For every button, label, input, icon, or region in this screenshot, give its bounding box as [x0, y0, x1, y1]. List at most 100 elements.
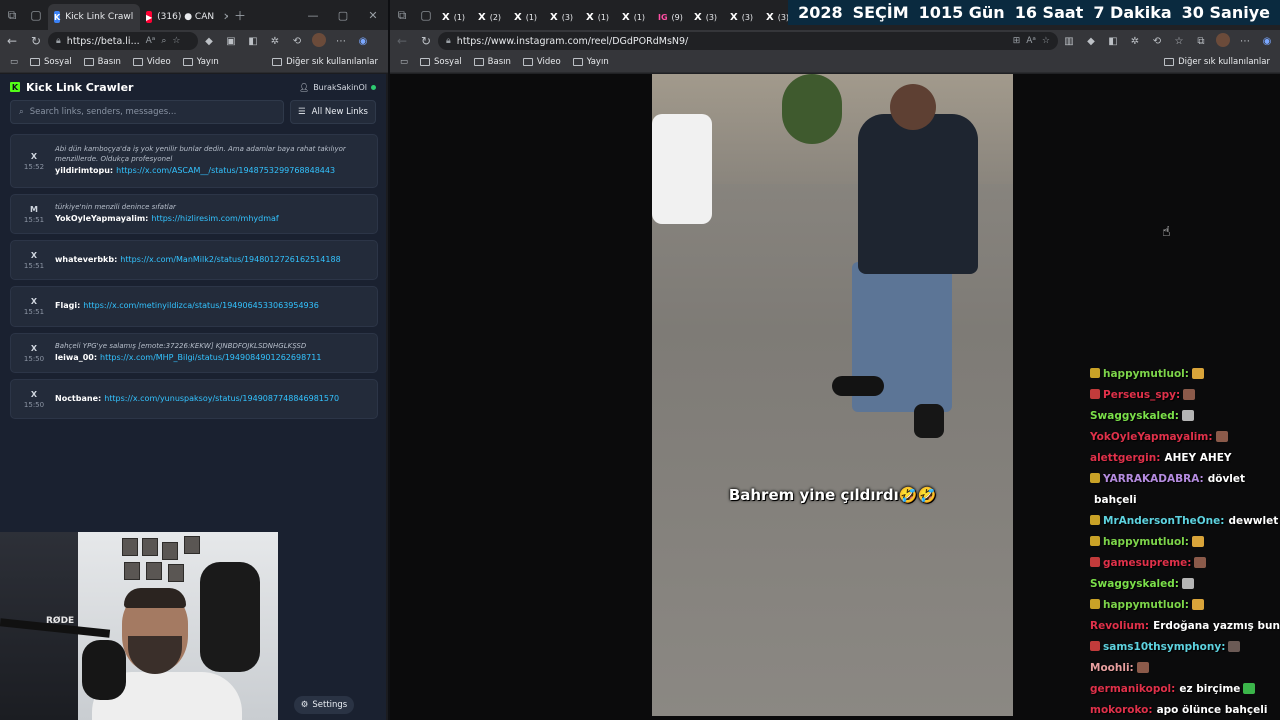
collections-icon[interactable]: ⧉	[1190, 36, 1212, 47]
copilot-icon[interactable]: ◉	[1256, 36, 1278, 47]
refresh-icon[interactable]: ↻	[414, 34, 438, 48]
screen: ⧉ ▢ K Kick Link Crawl ✕ ▶ (316) ● CAN ✕ …	[0, 0, 1280, 720]
search-input[interactable]: ⌕ Search links, senders, messages...	[10, 100, 284, 124]
extension-icon[interactable]: ◧	[242, 36, 264, 47]
favorites-icon[interactable]: ☆	[1168, 36, 1190, 47]
shared-link[interactable]: https://hizliresim.com/mhydmaf	[151, 214, 278, 223]
shared-link[interactable]: https://x.com/ASCAM__/status/19487532997…	[116, 166, 335, 175]
tab-x[interactable]: X (1)	[582, 4, 618, 30]
shared-link[interactable]: https://x.com/metinyildizca/status/19490…	[83, 301, 319, 310]
bookmark-folder[interactable]: Video	[132, 57, 171, 67]
maximize-icon[interactable]: ▢	[328, 9, 358, 22]
tab-x[interactable]: X (1)	[510, 4, 546, 30]
link-card[interactable]: X 15:50 Bahçeli YPG'ye salamış [emote:37…	[10, 333, 378, 373]
favorite-star-icon[interactable]: ☆	[172, 36, 180, 46]
split-screen-icon[interactable]: ⟲	[286, 36, 308, 47]
filter-dropdown[interactable]: ☰ All New Links	[290, 100, 376, 124]
right-address-bar: ← ↻ 🔒︎ https://www.instagram.com/reel/DG…	[390, 30, 1280, 52]
minimize-icon[interactable]: —	[298, 9, 328, 22]
favorite-star-icon[interactable]: ☆	[1042, 36, 1050, 46]
more-menu-icon[interactable]: ⋯	[1234, 36, 1256, 47]
split-screen-icon[interactable]: ⟲	[1146, 36, 1168, 47]
bookmark-folder[interactable]: Basın	[83, 57, 121, 67]
chat-username[interactable]: MrAndersonTheOne:	[1103, 515, 1224, 527]
read-aloud-icon[interactable]: Aᵃ	[1026, 36, 1036, 46]
card-meta: X 15:51	[19, 293, 49, 320]
extension-icon[interactable]: ▥	[1058, 36, 1080, 47]
zoom-icon[interactable]: ⌕	[161, 36, 166, 46]
link-card[interactable]: X 15:51 whateverbkb: https://x.com/ManMil…	[10, 240, 378, 280]
tab-kick-link-crawler[interactable]: K Kick Link Crawl ✕	[48, 4, 140, 30]
bookmark-folder[interactable]: Video	[522, 57, 561, 67]
chat-username[interactable]: YokOyleYapmayalim:	[1090, 431, 1213, 443]
more-menu-icon[interactable]: ⋯	[330, 36, 352, 47]
new-tab-icon[interactable]: ＋	[228, 3, 252, 27]
url-field[interactable]: 🔒︎ https://www.instagram.com/reel/DGdPOR…	[438, 32, 1058, 50]
chat-username[interactable]: happymutluol:	[1103, 599, 1189, 611]
tab-x[interactable]: X (1)	[618, 4, 654, 30]
extension-icon[interactable]: ▣	[220, 36, 242, 47]
tab-x[interactable]: X (2)	[474, 4, 510, 30]
link-card[interactable]: X 15:51 Flagi: https://x.com/metinyildizc…	[10, 286, 378, 327]
bookmark-folder[interactable]: Sosyal	[420, 57, 462, 67]
tab-instagram[interactable]: IG (9)	[654, 4, 690, 30]
tab-actions-icon[interactable]: ▢	[24, 3, 48, 27]
shared-link[interactable]: https://x.com/MHP_Bilgi/status/194908490…	[100, 353, 321, 362]
copilot-icon[interactable]: ◉	[352, 36, 374, 47]
back-icon[interactable]: ←	[0, 34, 24, 48]
chat-username[interactable]: Swaggyskaled:	[1090, 578, 1179, 590]
refresh-icon[interactable]: ↻	[24, 34, 48, 48]
bookmark-folder[interactable]: Yayın	[182, 57, 219, 67]
back-icon[interactable]: ←	[390, 34, 414, 48]
chat-text: ez birçime	[1179, 683, 1241, 695]
chat-username[interactable]: Perseus_spy:	[1103, 389, 1180, 401]
link-card[interactable]: M 15:51 türkiye'nin menzili denince sıfa…	[10, 194, 378, 234]
tab-youtube[interactable]: ▶ (316) ● CAN ✕	[140, 4, 228, 30]
close-window-icon[interactable]: ✕	[358, 9, 388, 22]
app-user[interactable]: 👤︎ BurakSakinOl	[299, 83, 376, 92]
chat-username[interactable]: germanikopol:	[1090, 683, 1175, 695]
extension-icon[interactable]: ◆	[1080, 36, 1102, 47]
chat-username[interactable]: happymutluol:	[1103, 536, 1189, 548]
chat-username[interactable]: YARRAKADABRA:	[1103, 473, 1204, 485]
workspaces-icon[interactable]: ⧉	[0, 3, 24, 27]
tab-x[interactable]: X (3)	[546, 4, 582, 30]
read-aloud-icon[interactable]: Aᵃ	[146, 36, 156, 46]
other-bookmarks[interactable]: Diğer sık kullanılanlar	[1164, 57, 1270, 67]
tab-x[interactable]: X (3)	[726, 4, 762, 30]
chat-username[interactable]: mokoroko:	[1090, 704, 1153, 716]
bookmark-folder[interactable]: Basın	[473, 57, 511, 67]
shared-link[interactable]: https://x.com/ManMilk2/status/1948012726…	[120, 255, 340, 264]
profile-avatar[interactable]	[308, 32, 330, 50]
settings-button[interactable]: ⚙ Settings	[294, 696, 354, 714]
reel-person-shoe	[914, 404, 944, 438]
reel-video[interactable]: Bahrem yine çıldırdı🤣🤣	[652, 74, 1013, 716]
tab-actions-icon[interactable]: ▢	[414, 3, 438, 27]
url-field[interactable]: 🔒︎ https://beta.li... Aᵃ ⌕ ☆	[48, 32, 198, 50]
sidebar-toggle-icon[interactable]: ▭	[400, 57, 408, 67]
link-card[interactable]: X 15:52 Abi dün kamboçya'da iş yok yenil…	[10, 134, 378, 188]
bookmark-folder[interactable]: Yayın	[572, 57, 609, 67]
profile-avatar[interactable]	[1212, 32, 1234, 50]
bookmark-folder[interactable]: Sosyal	[30, 57, 72, 67]
chat-username[interactable]: happymutluol:	[1103, 368, 1189, 380]
chat-username[interactable]: gamesupreme:	[1103, 557, 1191, 569]
link-card[interactable]: X 15:50 Noctbane: https://x.com/yunuspaks…	[10, 379, 378, 419]
shared-link[interactable]: https://x.com/yunuspaksoy/status/1949087…	[104, 394, 339, 403]
tab-x[interactable]: X (3)	[690, 4, 726, 30]
extension-puzzle-icon[interactable]: ✲	[1124, 36, 1146, 47]
extension-icon[interactable]: ◆	[198, 36, 220, 47]
tab-x[interactable]: X (1)	[438, 4, 474, 30]
app-available-icon[interactable]: ⊞	[1013, 36, 1021, 46]
bookmark-label: Basın	[97, 57, 121, 67]
extension-puzzle-icon[interactable]: ✲	[264, 36, 286, 47]
other-bookmarks[interactable]: Diğer sık kullanılanlar	[272, 57, 378, 67]
chat-username[interactable]: sams10thsymphony:	[1103, 641, 1225, 653]
chat-username[interactable]: Moohli:	[1090, 662, 1134, 674]
sidebar-toggle-icon[interactable]: ▭	[10, 57, 18, 67]
chat-username[interactable]: Revolium:	[1090, 620, 1149, 632]
extension-icon[interactable]: ◧	[1102, 36, 1124, 47]
chat-username[interactable]: alettgergin:	[1090, 452, 1160, 464]
workspaces-icon[interactable]: ⧉	[390, 3, 414, 27]
chat-username[interactable]: Swaggyskaled:	[1090, 410, 1179, 422]
